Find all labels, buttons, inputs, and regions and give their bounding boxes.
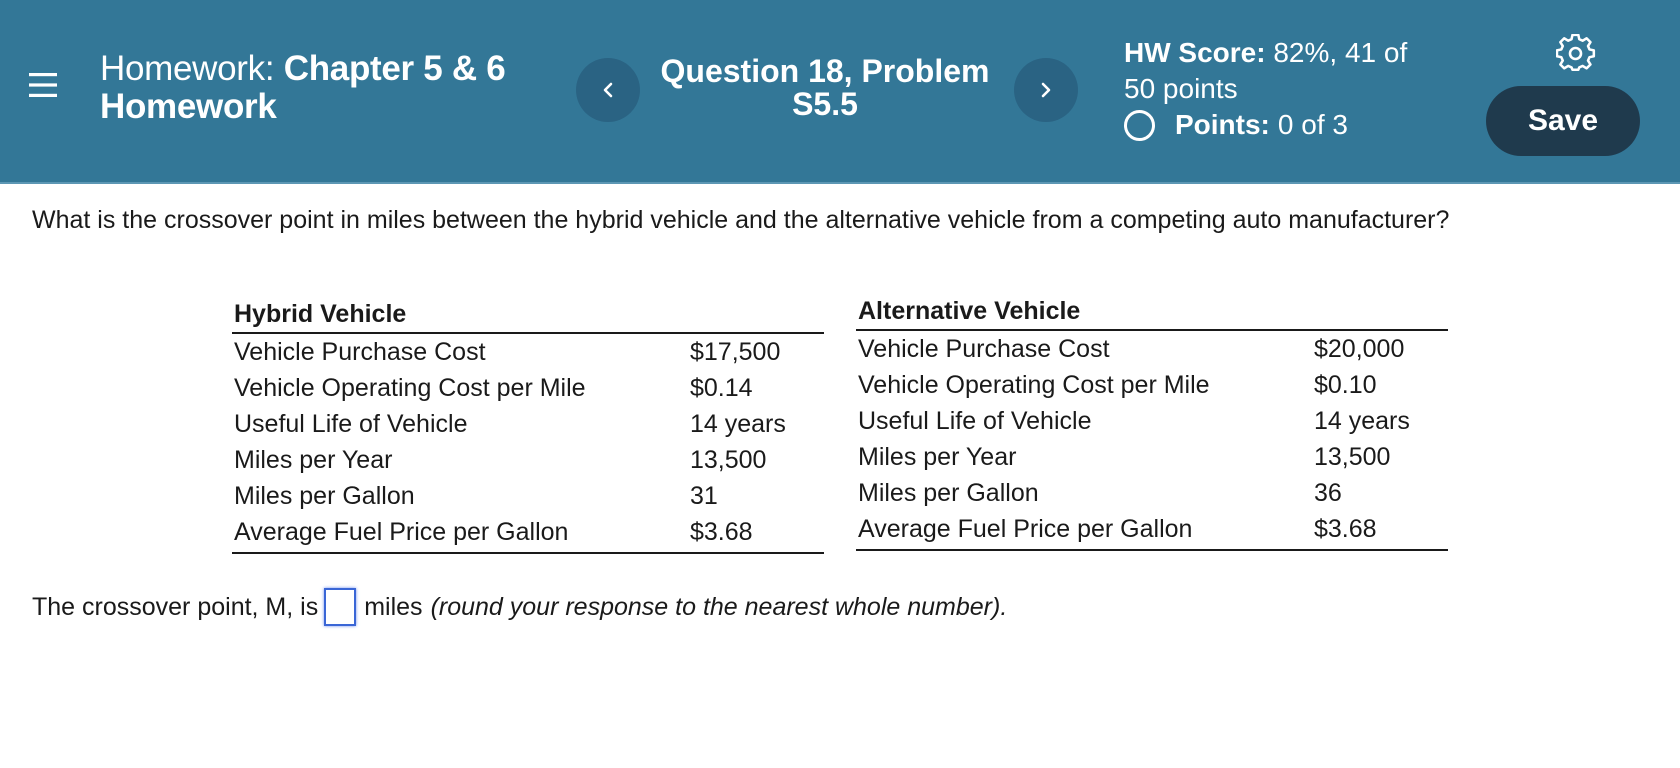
row-value: $0.14 xyxy=(690,374,753,402)
next-question-button[interactable] xyxy=(1014,58,1078,122)
gear-icon xyxy=(1555,33,1596,72)
hw-score-value-line1: 82%, 41 of xyxy=(1273,37,1408,68)
points-label: Points: xyxy=(1175,109,1270,140)
row-value: 36 xyxy=(1314,479,1342,507)
save-button[interactable]: Save xyxy=(1486,86,1640,156)
hw-score: HW Score: 82%, 41 of 50 points xyxy=(1124,35,1454,107)
hw-score-label: HW Score: xyxy=(1124,37,1266,68)
table-row: Miles per Year 13,500 xyxy=(856,439,1448,475)
table-row: Average Fuel Price per Gallon $3.68 xyxy=(232,514,824,550)
row-value: 31 xyxy=(690,482,718,510)
table-row: Vehicle Operating Cost per Mile $0.14 xyxy=(232,370,824,406)
previous-question-button[interactable] xyxy=(576,58,640,122)
row-value: 14 years xyxy=(1314,407,1410,435)
hamburger-menu-icon xyxy=(29,73,57,97)
alternative-vehicle-table-title: Alternative Vehicle xyxy=(856,293,1448,331)
hybrid-vehicle-table: Hybrid Vehicle Vehicle Purchase Cost $17… xyxy=(232,296,824,554)
table-row: Vehicle Operating Cost per Mile $0.10 xyxy=(856,367,1448,403)
row-label: Average Fuel Price per Gallon xyxy=(858,515,1193,543)
menu-button[interactable] xyxy=(24,66,62,104)
row-label: Useful Life of Vehicle xyxy=(858,407,1092,435)
answer-prefix: The crossover point, M, is xyxy=(32,592,319,621)
row-label: Miles per Year xyxy=(858,443,1017,471)
alternative-vehicle-table: Alternative Vehicle Vehicle Purchase Cos… xyxy=(856,293,1448,551)
table-row: Miles per Gallon 31 xyxy=(232,478,824,514)
hw-score-value-line2: 50 points xyxy=(1124,73,1238,104)
table-row: Miles per Gallon 36 xyxy=(856,475,1448,511)
homework-title-name: Chapter 5 & 6 xyxy=(283,49,506,88)
empty-circle-icon xyxy=(1124,109,1155,141)
hybrid-vehicle-table-rows: Vehicle Purchase Cost $17,500 Vehicle Op… xyxy=(232,334,824,554)
answer-suffix: miles xyxy=(364,592,423,621)
points-status: Points: 0 of 3 xyxy=(1124,108,1348,142)
row-label: Vehicle Purchase Cost xyxy=(234,338,486,366)
row-value: 14 years xyxy=(690,410,786,438)
hybrid-vehicle-table-title: Hybrid Vehicle xyxy=(232,296,824,334)
row-label: Miles per Gallon xyxy=(858,479,1039,507)
row-label: Miles per Year xyxy=(234,446,393,474)
answer-hint: (round your response to the nearest whol… xyxy=(430,592,1008,621)
row-value: $3.68 xyxy=(1314,515,1377,543)
homework-title: Homework: Chapter 5 & 6 Homework xyxy=(100,49,506,126)
row-label: Vehicle Operating Cost per Mile xyxy=(858,371,1210,399)
table-row: Vehicle Purchase Cost $20,000 xyxy=(856,331,1448,367)
row-value: $17,500 xyxy=(690,338,781,366)
question-title-line1: Question 18, Problem xyxy=(660,53,990,89)
table-row: Average Fuel Price per Gallon $3.68 xyxy=(856,511,1448,547)
chevron-right-icon xyxy=(1041,82,1051,98)
homework-title-name-line2: Homework xyxy=(100,87,277,126)
row-label: Vehicle Purchase Cost xyxy=(858,335,1110,363)
row-value: 13,500 xyxy=(1314,443,1391,471)
table-row: Vehicle Purchase Cost $17,500 xyxy=(232,334,824,370)
table-row: Miles per Year 13,500 xyxy=(232,442,824,478)
question-title: Question 18, Problem S5.5 xyxy=(640,55,1010,121)
row-value: $3.68 xyxy=(690,518,753,546)
question-title-line2: S5.5 xyxy=(792,86,858,122)
top-header: Homework: Chapter 5 & 6 Homework Questio… xyxy=(0,0,1680,184)
table-row: Useful Life of Vehicle 14 years xyxy=(232,406,824,442)
crossover-miles-input[interactable] xyxy=(324,588,357,626)
chevron-left-icon xyxy=(603,82,613,98)
settings-button[interactable] xyxy=(1555,33,1596,74)
points-value: 0 of 3 xyxy=(1277,109,1348,140)
row-value: $20,000 xyxy=(1314,335,1405,363)
row-value: 13,500 xyxy=(690,446,767,474)
row-label: Vehicle Operating Cost per Mile xyxy=(234,374,586,402)
alternative-vehicle-table-rows: Vehicle Purchase Cost $20,000 Vehicle Op… xyxy=(856,331,1448,551)
homework-title-prefix: Homework: xyxy=(100,49,275,88)
row-label: Average Fuel Price per Gallon xyxy=(234,518,569,546)
question-text: What is the crossover point in miles bet… xyxy=(32,206,1450,234)
answer-line: The crossover point, M, is miles (round … xyxy=(32,588,1007,626)
row-value: $0.10 xyxy=(1314,371,1377,399)
row-label: Useful Life of Vehicle xyxy=(234,410,468,438)
row-label: Miles per Gallon xyxy=(234,482,415,510)
table-row: Useful Life of Vehicle 14 years xyxy=(856,403,1448,439)
